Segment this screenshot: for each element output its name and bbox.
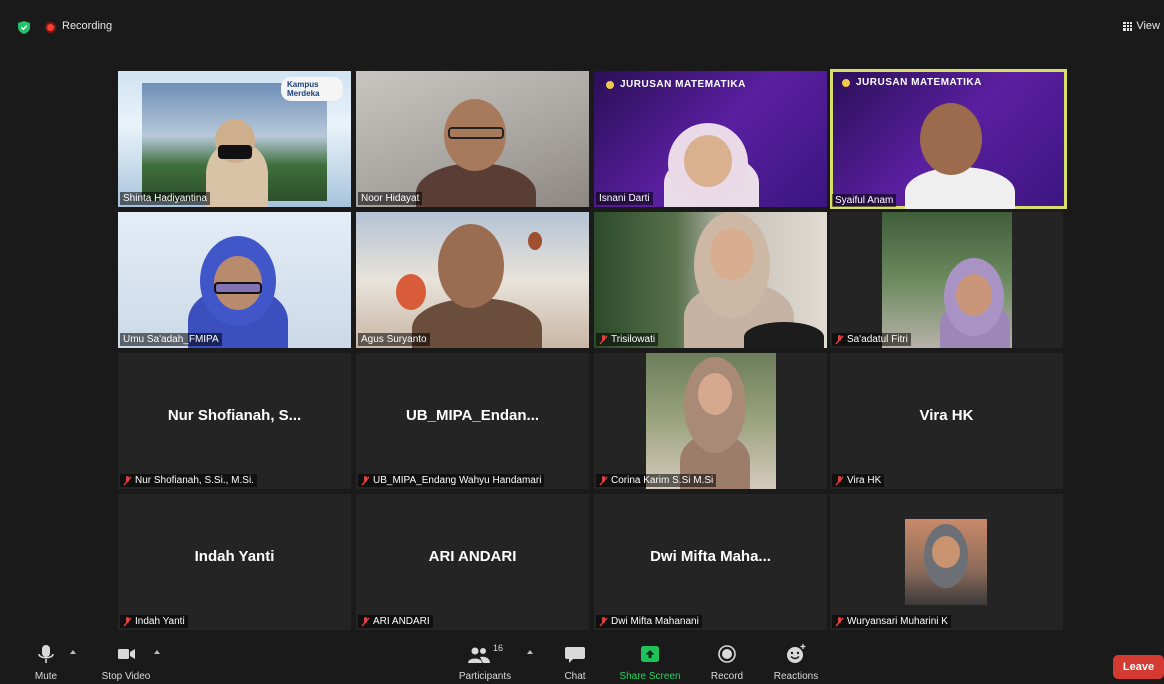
participant-display-name: UB_MIPA_Endan... [405,407,540,424]
mute-label: Mute [34,671,58,682]
participant-name-label: Isnani Darti [596,192,653,205]
participant-tile[interactable]: UB_MIPA_Endan... UB_MIPA_Endang Wahyu Ha… [356,353,589,489]
participant-name-label: Syaiful Anam [832,194,897,207]
mic-muted-icon [599,475,608,485]
tile-banner: JURUSAN MATEMATIKA [606,79,746,90]
kampus-merdeka-logo: Kampus Merdeka [281,77,343,101]
participant-name-label: Nur Shofianah, S.Si., M.Si. [120,474,257,487]
record-icon [718,645,736,663]
participants-count: 16 [493,643,504,653]
participant-display-name: Vira HK [919,407,974,424]
shield-icon[interactable] [18,21,30,34]
participant-tile[interactable]: Noor Hidayat [356,71,589,207]
participant-name-label: UB_MIPA_Endang Wahyu Handamari [358,474,545,487]
mute-options-caret[interactable] [70,650,76,654]
share-screen-icon [641,646,659,662]
share-screen-button[interactable]: Share Screen [616,640,684,684]
microphone-icon [38,645,54,663]
participant-name-label: Corina Karim S.Si M.Si [596,474,717,487]
people-icon [468,647,490,663]
record-button[interactable]: Record [707,640,747,684]
participant-tile[interactable]: Corina Karim S.Si M.Si [594,353,827,489]
mic-muted-icon [361,616,370,626]
participant-display-name: Indah Yanti [194,548,275,565]
grid-view-icon [1123,21,1133,31]
participant-name-label: Noor Hidayat [358,192,423,205]
participant-tile[interactable]: Umu Sa'adah_FMIPA [118,212,351,348]
stop-video-button[interactable]: Stop Video [99,640,153,684]
participants-icon-group: 16 [463,643,507,665]
participant-tile[interactable]: Vira HK Vira HK [830,353,1063,489]
participant-tile[interactable]: Indah Yanti Indah Yanti [118,494,351,630]
video-options-caret[interactable] [154,650,160,654]
tile-banner: JURUSAN MATEMATIKA [842,77,982,88]
participant-tile[interactable]: Agus Suryanto [356,212,589,348]
record-label: Record [710,671,744,682]
video-camera-icon [118,649,135,659]
participant-tile[interactable]: Kampus Merdeka Shinta Hadiyantina [118,71,351,207]
mic-muted-icon [835,475,844,485]
participant-tile[interactable]: Sa'adatul Fitri [830,212,1063,348]
participant-tile-active-speaker[interactable]: JURUSAN MATEMATIKA Syaiful Anam [830,69,1067,209]
reactions-button[interactable]: Reactions [770,640,822,684]
smiley-plus-icon [787,644,806,663]
mute-button[interactable]: Mute [30,640,62,684]
zoom-meeting-window: Recording View Kampus Merdeka Shinta Had… [0,0,1164,684]
participant-tile[interactable]: Dwi Mifta Maha... Dwi Mifta Mahanani [594,494,827,630]
mic-muted-icon [123,616,132,626]
participant-tile[interactable]: Nur Shofianah, S... Nur Shofianah, S.Si.… [118,353,351,489]
chat-label: Chat [564,671,586,682]
stop-video-label: Stop Video [101,671,151,682]
participant-name-label: Umu Sa'adah_FMIPA [120,333,222,346]
meeting-toolbar: Mute Stop Video 16 Participants Chat Sha… [0,640,1164,684]
view-button[interactable]: View [1123,20,1160,32]
participant-name-label: ARI ANDARI [358,615,433,628]
participant-name-label: Agus Suryanto [358,333,430,346]
leave-button[interactable]: Leave [1113,655,1164,679]
share-screen-label: Share Screen [619,671,681,682]
participant-name-label: Dwi Mifta Mahanani [596,615,702,628]
participant-display-name: ARI ANDARI [428,548,517,565]
participant-name-label: Vira HK [832,474,885,487]
participant-display-name: Nur Shofianah, S... [167,407,302,424]
mic-muted-icon [599,334,608,344]
participants-options-caret[interactable] [527,650,533,654]
participant-name-label: Shinta Hadiyantina [120,192,210,205]
participant-display-name: Dwi Mifta Maha... [650,548,771,565]
mic-muted-icon [361,475,370,485]
participant-name-label: Indah Yanti [120,615,188,628]
participant-tile[interactable]: Wuryansari Muharini K [830,494,1063,630]
mic-muted-icon [599,616,608,626]
participant-tile[interactable]: ARI ANDARI ARI ANDARI [356,494,589,630]
mic-muted-icon [123,475,132,485]
participant-name-label: Wuryansari Muharini K [832,615,951,628]
recording-icon [45,22,56,33]
top-bar: Recording View [0,0,1164,54]
participants-label: Participants [458,671,512,682]
mic-muted-icon [835,334,844,344]
participant-name-label: Sa'adatul Fitri [832,333,911,346]
chat-button[interactable]: Chat [559,640,591,684]
reactions-label: Reactions [773,671,819,682]
recording-label[interactable]: Recording [62,20,112,32]
mic-muted-icon [835,616,844,626]
participant-name-label: Trisilowati [596,333,659,346]
participants-button[interactable]: 16 Participants [456,640,514,684]
participant-tile[interactable]: Trisilowati [594,212,827,348]
chat-bubble-icon [565,647,585,663]
participant-tile[interactable]: JURUSAN MATEMATIKA Isnani Darti [594,71,827,207]
view-label: View [1136,20,1160,32]
